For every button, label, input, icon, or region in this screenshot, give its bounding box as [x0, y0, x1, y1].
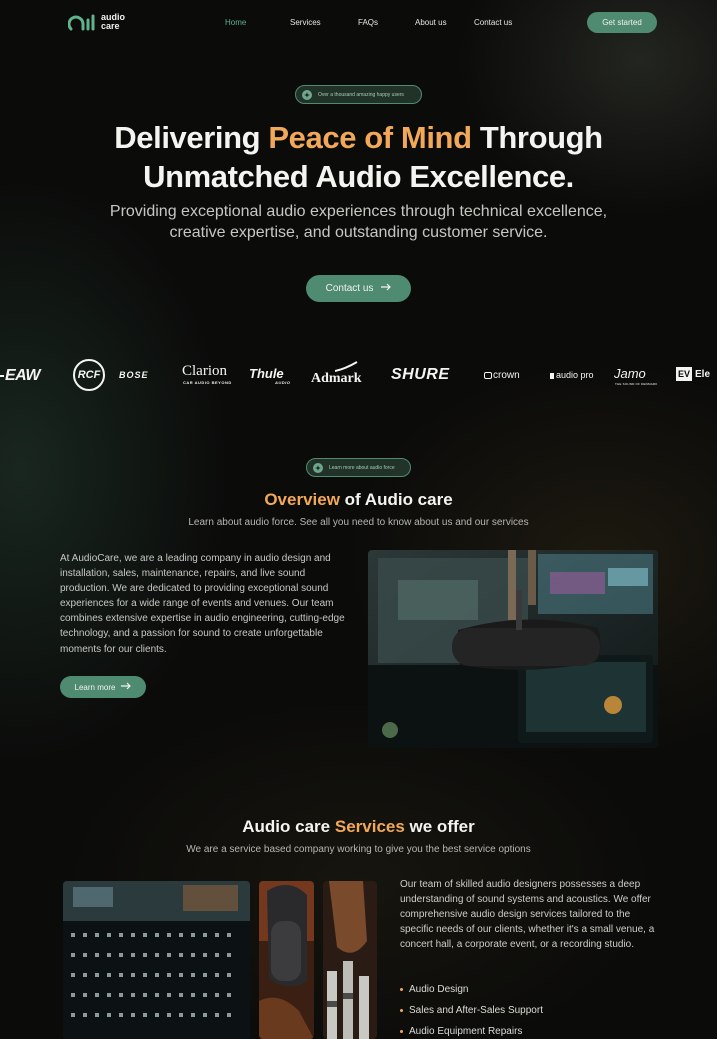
arrow-right-icon — [381, 283, 392, 294]
hero-title-line1: Delivering Peace of Mind Through — [0, 118, 717, 157]
services-title-post: we offer — [404, 817, 475, 836]
brand-clarion-text: Clarion — [182, 363, 227, 379]
services-title: Audio care Services we offer — [0, 817, 717, 837]
brand-thule-tag: AUDIO — [275, 380, 291, 385]
overview-title-accent: Overview — [264, 490, 340, 509]
brand-eaw: EAW — [0, 367, 40, 385]
brand-thule: Thule AUDIO — [249, 366, 290, 385]
learn-more-pill: Learn more about audio force — [306, 458, 411, 477]
brand-eaw-text: EAW — [5, 367, 40, 384]
headphones-image — [259, 881, 314, 1039]
logo[interactable]: audio care — [67, 13, 125, 31]
hero-title-pre: Delivering — [114, 120, 269, 155]
list-item: Audio Equipment Repairs — [400, 1021, 543, 1039]
learn-more-pill-text: Learn more about audio force — [329, 464, 395, 471]
admark-swoosh-icon — [335, 361, 358, 372]
overview-title: Overview of Audio care — [0, 490, 717, 510]
bullet-icon — [400, 1009, 403, 1012]
nav-link-contact[interactable]: Contact us — [474, 18, 512, 27]
bullet-icon — [400, 1030, 403, 1033]
brand-audiopro: audio pro — [550, 370, 594, 380]
overview-title-post: of Audio care — [339, 490, 453, 509]
list-item: Audio Design — [400, 979, 543, 1000]
bullet-icon — [400, 988, 403, 991]
brand-bose: BOSE — [119, 370, 149, 380]
mixing-console-image — [63, 881, 250, 1039]
brand-jamo-text: Jamo — [614, 366, 646, 381]
brand-logos-strip: EAW RCF BOSE Clarion CAR AUDIO BEYOND Th… — [0, 355, 717, 397]
list-item: Sales and After-Sales Support — [400, 1000, 543, 1021]
brand-ev-text: Ele — [695, 369, 711, 380]
service-item-label: Audio Design — [409, 984, 469, 995]
brand-shure: SHURE — [391, 366, 450, 383]
contact-us-button[interactable]: Contact us — [306, 275, 411, 302]
sparkle-icon — [302, 89, 312, 100]
brand-jamo: Jamo THE SOUND OF DENMARK — [614, 366, 657, 386]
learn-more-label: Learn more — [74, 682, 116, 692]
brand-jamo-tag: THE SOUND OF DENMARK — [615, 382, 658, 386]
learn-more-button[interactable]: Learn more — [60, 676, 146, 698]
logo-text: audio care — [101, 13, 125, 31]
brand-ev: EV Ele — [676, 367, 710, 381]
nav-link-services[interactable]: Services — [290, 18, 321, 27]
brand-crown-text: crown — [493, 370, 520, 381]
services-subtitle: We are a service based company working t… — [186, 844, 531, 855]
happy-users-text: Over a thousand amazing happy users — [318, 91, 404, 98]
studio-microphone-image — [368, 550, 658, 748]
logo-line2: care — [101, 21, 120, 31]
arrow-right-icon — [121, 682, 132, 692]
brand-thule-text: Thule — [249, 366, 284, 381]
brand-admark-text: Admark — [311, 371, 362, 386]
fader-hand-image — [323, 881, 377, 1039]
services-title-pre: Audio care — [242, 817, 335, 836]
get-started-button[interactable]: Get started — [587, 12, 657, 33]
overview-body: At AudioCare, we are a leading company i… — [60, 553, 345, 655]
hero-subtitle-line2: creative expertise, and outstanding cust… — [169, 224, 548, 241]
services-title-accent: Services — [334, 817, 405, 836]
brand-crown: crown — [484, 370, 520, 381]
hero-title-accent: Peace of Mind — [268, 120, 472, 155]
overview-subtitle: Learn about audio force. See all you nee… — [188, 517, 529, 528]
services-body: Our team of skilled audio designers poss… — [400, 879, 655, 951]
nav-link-about[interactable]: About us — [415, 18, 447, 27]
brand-clarion: Clarion CAR AUDIO BEYOND — [182, 363, 231, 385]
happy-users-pill: Over a thousand amazing happy users — [295, 85, 422, 104]
page: audio care Home Services FAQs About us C… — [0, 0, 717, 1039]
nav-link-faqs[interactable]: FAQs — [358, 18, 378, 27]
brand-audiopro-text: audio pro — [556, 370, 594, 380]
nav-link-home[interactable]: Home — [225, 18, 246, 27]
contact-us-label: Contact us — [325, 283, 374, 294]
brand-ev-badge: EV — [676, 367, 693, 381]
sparkle-icon — [313, 462, 323, 473]
brand-admark: Admark — [311, 361, 362, 387]
top-navigation: audio care Home Services FAQs About us C… — [0, 11, 717, 35]
service-item-label: Audio Equipment Repairs — [409, 1026, 523, 1037]
services-list: Audio Design Sales and After-Sales Suppo… — [400, 979, 543, 1039]
hero-title-post: Through — [471, 120, 603, 155]
brand-rcf: RCF — [73, 359, 105, 391]
hero-subtitle: Providing exceptional audio experiences … — [0, 201, 717, 243]
hero-subtitle-line1: Providing exceptional audio experiences … — [109, 203, 608, 220]
logo-icon — [67, 13, 96, 31]
hero-title: Delivering Peace of Mind Through Unmatch… — [0, 118, 717, 196]
hero-title-line2: Unmatched Audio Excellence. — [143, 159, 574, 194]
brand-clarion-tag: CAR AUDIO BEYOND — [183, 380, 232, 385]
service-item-label: Sales and After-Sales Support — [409, 1005, 543, 1016]
